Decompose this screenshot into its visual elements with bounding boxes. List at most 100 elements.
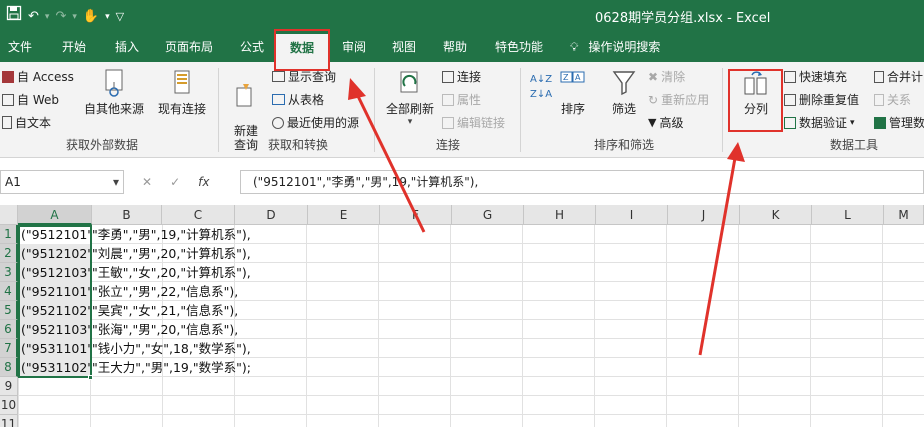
cell-a2[interactable]: ("9512102'	[19, 244, 91, 263]
refresh-all-button[interactable]: 全部刷新 ▾	[384, 68, 436, 127]
chevron-down-icon[interactable]: ▾	[72, 7, 77, 27]
from-table-button[interactable]: 从表格	[272, 91, 324, 108]
undo-icon[interactable]: ↶	[28, 7, 39, 27]
new-query-button[interactable]: 新建 查询	[226, 68, 266, 152]
row-header[interactable]: 9	[0, 377, 18, 396]
tab-data[interactable]: 数据	[276, 34, 329, 62]
title-bar: ↶ ▾ ↷ ▾ ✋ ▾ ▽ 0628期学员分组.xlsx - Excel	[0, 0, 924, 32]
column-header[interactable]: I	[596, 205, 668, 225]
column-header[interactable]: B	[92, 205, 162, 225]
remove-duplicates-button[interactable]: 删除重复值	[784, 91, 859, 108]
show-queries-label: 显示查询	[288, 70, 337, 84]
column-header[interactable]: M	[884, 205, 924, 225]
insert-function-icon[interactable]: fx	[198, 175, 209, 189]
cell-b5[interactable]: "吴宾","女",21,"信息系"),	[92, 301, 238, 320]
relationships-button[interactable]: 关系	[874, 91, 911, 108]
cell-b4[interactable]: "张立","男",22,"信息系"),	[92, 282, 238, 301]
column-header[interactable]: C	[162, 205, 235, 225]
select-all-corner[interactable]	[0, 205, 18, 225]
customize-qat-icon[interactable]: ▽	[116, 7, 124, 27]
enter-icon[interactable]: ✓	[170, 175, 180, 189]
row-header[interactable]: 5	[0, 301, 18, 320]
tab-review[interactable]: 审阅	[342, 32, 366, 62]
sort-button[interactable]: ZA 排序	[556, 68, 590, 117]
tab-special-features[interactable]: 特色功能	[495, 32, 543, 62]
cell-a1[interactable]: ("9512101'	[19, 225, 91, 244]
cancel-icon[interactable]: ✕	[142, 175, 152, 189]
cell-a4[interactable]: ("9521101'	[19, 282, 91, 301]
sort-ascending-icon[interactable]: A↓Z	[530, 74, 552, 85]
row-header[interactable]: 11	[0, 415, 18, 427]
chevron-down-icon[interactable]: ▾	[113, 171, 119, 193]
cell-a3[interactable]: ("9512103'	[19, 263, 91, 282]
fill-handle[interactable]	[88, 375, 93, 380]
column-header[interactable]: L	[812, 205, 884, 225]
table-icon	[272, 71, 285, 82]
column-header[interactable]: E	[308, 205, 380, 225]
clear-filter-button[interactable]: ✖ 清除	[648, 68, 685, 85]
row-header[interactable]: 8	[0, 358, 18, 377]
column-header[interactable]: A	[18, 205, 92, 225]
column-header[interactable]: K	[740, 205, 812, 225]
properties-button[interactable]: 属性	[442, 91, 481, 108]
ribbon-separator	[722, 68, 723, 152]
save-icon[interactable]	[6, 5, 22, 28]
column-header[interactable]: F	[380, 205, 452, 225]
from-web-button[interactable]: 自 Web	[2, 91, 59, 108]
chevron-down-icon[interactable]: ▾	[105, 7, 110, 27]
name-box[interactable]: A1 ▾	[0, 170, 124, 194]
flash-fill-button[interactable]: 快速填充	[784, 68, 847, 85]
quick-access-toolbar: ↶ ▾ ↷ ▾ ✋ ▾ ▽	[6, 5, 124, 28]
cell-a7[interactable]: ("9531101'	[19, 339, 91, 358]
reapply-button[interactable]: ↻ 重新应用	[648, 91, 709, 108]
cell-b8[interactable]: "王大力","男",19,"数学系");	[92, 358, 251, 377]
row-header[interactable]: 10	[0, 396, 18, 415]
chevron-down-icon[interactable]: ▾	[45, 7, 50, 27]
cell-a8[interactable]: ("9531102'	[19, 358, 91, 377]
touch-mode-icon[interactable]: ✋	[83, 7, 99, 27]
row-header[interactable]: 1	[0, 225, 18, 244]
filter-button[interactable]: 筛选	[604, 68, 644, 117]
consolidate-button[interactable]: 合并计	[874, 68, 923, 85]
cell-b7[interactable]: "钱小力","女",18,"数学系"),	[92, 339, 251, 358]
column-header[interactable]: H	[524, 205, 596, 225]
tab-help[interactable]: 帮助	[443, 32, 467, 62]
cell-a6[interactable]: ("9521103'	[19, 320, 91, 339]
from-text-button[interactable]: 自文本	[2, 114, 51, 131]
tab-view[interactable]: 视图	[392, 32, 416, 62]
column-header[interactable]: G	[452, 205, 524, 225]
edit-links-button[interactable]: 编辑链接	[442, 114, 505, 131]
row-header[interactable]: 7	[0, 339, 18, 358]
cell-b6[interactable]: "张海","男",20,"信息系"),	[92, 320, 238, 339]
row-header[interactable]: 6	[0, 320, 18, 339]
manage-data-model-button[interactable]: 管理数	[874, 114, 924, 131]
from-access-button[interactable]: 自 Access	[2, 68, 74, 85]
data-validation-button[interactable]: 数据验证 ▾	[784, 114, 855, 131]
tab-insert[interactable]: 插入	[115, 32, 139, 62]
sort-az-buttons[interactable]: A↓Z Z↓A	[530, 74, 552, 100]
column-header[interactable]: J	[668, 205, 740, 225]
connections-button[interactable]: 连接	[442, 68, 481, 85]
redo-icon[interactable]: ↷	[55, 7, 66, 27]
row-header[interactable]: 4	[0, 282, 18, 301]
tab-page-layout[interactable]: 页面布局	[165, 32, 213, 62]
formula-input[interactable]: ("9512101","李勇","男",19,"计算机系"),	[240, 170, 924, 194]
cell-b3[interactable]: "王敏","女",20,"计算机系"),	[92, 263, 251, 282]
tab-formulas[interactable]: 公式	[240, 32, 264, 62]
column-header[interactable]: D	[235, 205, 308, 225]
cell-a5[interactable]: ("9521102'	[19, 301, 91, 320]
text-to-columns-button[interactable]: 分列	[734, 70, 778, 117]
cell-b2[interactable]: "刘晨","男",20,"计算机系"),	[92, 244, 251, 263]
tab-home[interactable]: 开始	[62, 32, 86, 62]
advanced-filter-button[interactable]: ▼ 高级	[648, 114, 683, 131]
recent-sources-button[interactable]: 最近使用的源	[272, 114, 359, 131]
sort-descending-icon[interactable]: Z↓A	[530, 89, 552, 100]
tab-file[interactable]: 文件	[8, 32, 32, 62]
existing-connections-button[interactable]: 现有连接	[156, 68, 208, 117]
row-header[interactable]: 2	[0, 244, 18, 263]
from-other-sources-button[interactable]: 自其他来源	[82, 68, 146, 117]
show-queries-button[interactable]: 显示查询	[272, 68, 336, 85]
row-header[interactable]: 3	[0, 263, 18, 282]
cell-b1[interactable]: "李勇","男",19,"计算机系"),	[92, 225, 251, 244]
tell-me-search[interactable]: 💡︎ 操作说明搜索	[570, 32, 660, 62]
